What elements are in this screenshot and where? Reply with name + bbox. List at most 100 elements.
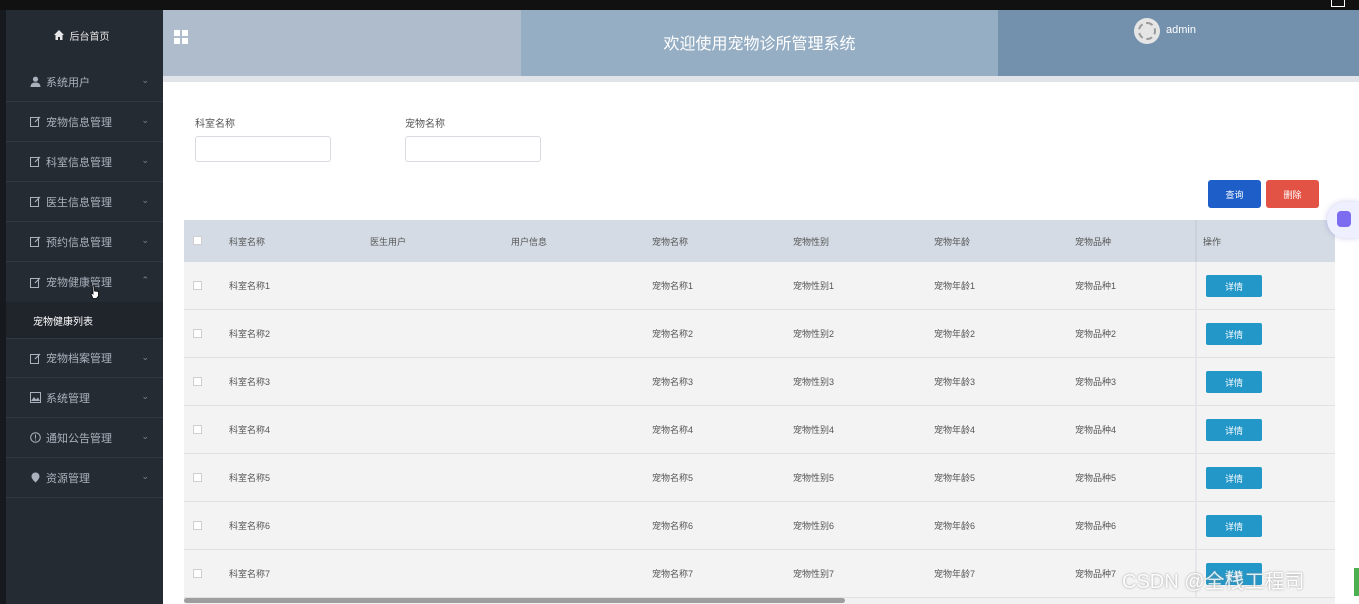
query-button[interactable]: 查询 — [1208, 180, 1261, 208]
cell-age: 宠物年龄7 — [934, 569, 976, 579]
column-header: 宠物年龄 — [934, 236, 971, 247]
sidebar-item-appointment-info[interactable]: 预约信息管理 ⌄ — [6, 222, 163, 262]
cell-gender: 宠物性别7 — [793, 569, 835, 579]
window-title-bar — [0, 0, 1359, 10]
cell-breed: 宠物品种3 — [1075, 377, 1117, 387]
column-header: 宠物名称 — [652, 236, 689, 247]
sidebar-item-label: 预约信息管理 — [46, 236, 112, 249]
edit-icon — [28, 277, 42, 288]
detail-button[interactable]: 详情 — [1206, 323, 1262, 345]
chevron-down-icon: ⌄ — [141, 471, 149, 481]
image-icon — [28, 392, 42, 403]
row-checkbox[interactable] — [193, 425, 202, 434]
cell-gender: 宠物性别1 — [793, 281, 835, 291]
row-checkbox[interactable] — [193, 473, 202, 482]
cell-gender: 宠物性别4 — [793, 425, 835, 435]
avatar[interactable] — [1134, 18, 1160, 44]
delete-button[interactable]: 删除 — [1266, 180, 1319, 208]
top-header: 欢迎使用宠物诊所管理系统 admin — [163, 10, 1359, 76]
detail-button[interactable]: 详情 — [1206, 275, 1262, 297]
floating-assistant-icon[interactable] — [1327, 202, 1359, 238]
sidebar-item-label: 宠物健康管理 — [46, 277, 112, 289]
row-checkbox[interactable] — [193, 377, 202, 386]
sidebar-item-label: 通知公告管理 — [46, 432, 112, 445]
column-header: 宠物品种 — [1075, 236, 1112, 247]
cell-dept: 科室名称2 — [229, 329, 271, 339]
cell-pet: 宠物名称5 — [652, 473, 694, 483]
cell-breed: 宠物品种6 — [1075, 521, 1117, 531]
cell-age: 宠物年龄5 — [934, 473, 976, 483]
sidebar-home[interactable]: 后台首页 — [0, 10, 163, 60]
cell-breed: 宠物品种5 — [1075, 473, 1117, 483]
column-header: 操作 — [1203, 236, 1222, 247]
column-header: 医生用户 — [370, 236, 407, 247]
chevron-down-icon: ⌄ — [141, 115, 149, 125]
detail-button[interactable]: 详情 — [1206, 371, 1262, 393]
home-icon — [53, 30, 64, 40]
submenu-item-label: 宠物健康列表 — [33, 316, 93, 328]
cell-age: 宠物年龄4 — [934, 425, 976, 435]
cell-pet: 宠物名称1 — [652, 281, 694, 291]
grid-menu-icon[interactable] — [174, 30, 188, 44]
sidebar-item-resources[interactable]: 资源管理 ⌄ — [6, 458, 163, 498]
table-row: 科室名称1 宠物名称1 宠物性别1 宠物年龄1 宠物品种1 详情 — [184, 262, 1335, 310]
detail-button[interactable]: 详情 — [1206, 467, 1262, 489]
chevron-down-icon: ⌄ — [141, 235, 149, 245]
sidebar-item-doctor-info[interactable]: 医生信息管理 ⌄ — [6, 182, 163, 222]
sidebar-item-pet-info[interactable]: 宠物信息管理 ⌄ — [6, 102, 163, 142]
sidebar-item-system-users[interactable]: 系统用户 ⌄ — [6, 62, 163, 102]
sidebar-item-label: 宠物信息管理 — [46, 116, 112, 129]
cell-gender: 宠物性别6 — [793, 521, 835, 531]
cell-pet: 宠物名称6 — [652, 521, 694, 531]
cell-age: 宠物年龄1 — [934, 281, 976, 291]
edge-indicator — [1354, 568, 1359, 596]
sidebar-item-system-admin[interactable]: 系统管理 ⌄ — [6, 378, 163, 418]
user-icon — [28, 76, 42, 87]
window-control-icon[interactable] — [1331, 0, 1345, 7]
cell-age: 宠物年龄3 — [934, 377, 976, 387]
chevron-down-icon: ⌄ — [141, 75, 149, 85]
cell-breed: 宠物品种7 — [1075, 569, 1117, 579]
cell-dept: 科室名称6 — [229, 521, 271, 531]
cell-age: 宠物年龄6 — [934, 521, 976, 531]
cell-pet: 宠物名称2 — [652, 329, 694, 339]
column-header: 科室名称 — [229, 236, 266, 247]
table-header: 科室名称 医生用户 用户信息 宠物名称 宠物性别 宠物年龄 宠物品种 操作 — [184, 220, 1335, 262]
info-icon — [28, 432, 42, 443]
edit-icon — [28, 116, 42, 127]
row-checkbox[interactable] — [193, 521, 202, 530]
cell-dept: 科室名称4 — [229, 425, 271, 435]
home-label: 后台首页 — [69, 31, 110, 43]
cell-breed: 宠物品种2 — [1075, 329, 1117, 339]
select-all-checkbox[interactable] — [193, 236, 202, 245]
username-label[interactable]: admin — [1166, 24, 1196, 36]
dept-name-label: 科室名称 — [195, 119, 235, 130]
sidebar-item-label: 科室信息管理 — [46, 156, 112, 169]
dept-name-input[interactable] — [195, 136, 331, 162]
chevron-down-icon: ⌄ — [141, 352, 149, 362]
cell-breed: 宠物品种1 — [1075, 281, 1117, 291]
sidebar-item-notice[interactable]: 通知公告管理 ⌄ — [6, 418, 163, 458]
sidebar-item-dept-info[interactable]: 科室信息管理 ⌄ — [6, 142, 163, 182]
table-row: 科室名称5 宠物名称5 宠物性别5 宠物年龄5 宠物品种5 详情 — [184, 454, 1335, 502]
row-checkbox[interactable] — [193, 281, 202, 290]
cell-breed: 宠物品种4 — [1075, 425, 1117, 435]
sidebar-item-label: 系统管理 — [46, 392, 90, 405]
cell-pet: 宠物名称3 — [652, 377, 694, 387]
sidebar-item-label: 宠物档案管理 — [46, 353, 112, 365]
cell-dept: 科室名称7 — [229, 569, 271, 579]
cell-dept: 科室名称3 — [229, 377, 271, 387]
detail-button[interactable]: 详情 — [1206, 515, 1262, 537]
sidebar-item-pet-records[interactable]: 宠物档案管理 ⌄ — [6, 338, 163, 378]
pet-name-input[interactable] — [405, 136, 541, 162]
sidebar-item-pet-health[interactable]: 宠物健康管理 ⌃ — [6, 262, 163, 302]
detail-button[interactable]: 详情 — [1206, 419, 1262, 441]
column-header: 宠物性别 — [793, 236, 830, 247]
chevron-down-icon: ⌄ — [141, 195, 149, 205]
row-checkbox[interactable] — [193, 569, 202, 578]
edit-icon — [28, 353, 42, 364]
row-checkbox[interactable] — [193, 329, 202, 338]
chevron-down-icon: ⌄ — [141, 155, 149, 165]
submenu-item-pet-health-list[interactable]: 宠物健康列表 — [6, 302, 163, 338]
horizontal-scrollbar-thumb[interactable] — [184, 598, 845, 603]
